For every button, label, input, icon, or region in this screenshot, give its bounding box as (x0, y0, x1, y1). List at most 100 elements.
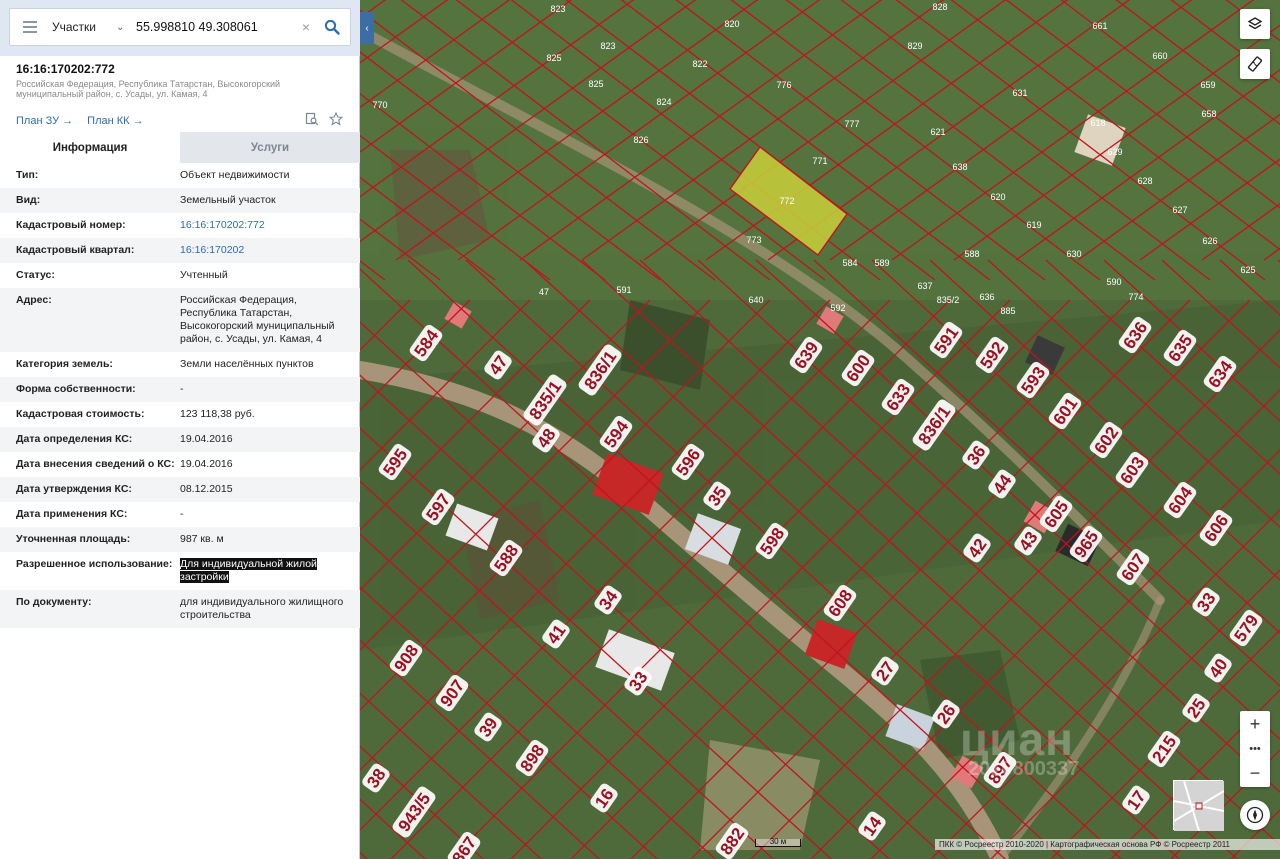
info-row: Дата определения КС: 19.04.2016 (0, 427, 360, 452)
svg-text:820: 820 (724, 19, 739, 29)
star-icon[interactable] (329, 112, 343, 126)
info-value: - (180, 383, 184, 395)
info-table: Тип: Объект недвижимости Вид: Земельный уча… (0, 163, 360, 628)
info-value: для индивидуального жилищного строительс… (180, 596, 344, 621)
svg-text:627: 627 (1172, 205, 1187, 215)
info-label: Вид: (16, 194, 41, 206)
arrow-right-icon: → (62, 115, 74, 127)
parcel-label: 588 (964, 249, 979, 259)
info-value: Для индивидуальной жилой застройки (180, 558, 345, 584)
info-row: Разрешенное использование: Для индивидуал… (0, 552, 360, 590)
parcel-label: 636 (979, 292, 994, 302)
svg-text:584: 584 (842, 258, 857, 268)
svg-text:619: 619 (1026, 220, 1041, 230)
svg-text:885: 885 (1000, 306, 1015, 316)
ruler-button[interactable] (1240, 49, 1270, 79)
tabs: Информация Услуги (0, 132, 360, 163)
parcel-label: 638 (952, 162, 967, 172)
parcel-label: 629 (1107, 147, 1122, 157)
search-button[interactable] (314, 9, 350, 45)
info-value: 08.12.2015 (180, 483, 233, 495)
svg-text:629: 629 (1107, 147, 1122, 157)
svg-text:822: 822 (692, 59, 707, 69)
zoom-in-icon[interactable]: + (1240, 711, 1270, 738)
info-value: - (180, 508, 184, 520)
parcel-label: 774 (1128, 292, 1143, 302)
parcel-label: 625 (1240, 265, 1255, 275)
selected-parcel-label: 772 (779, 196, 794, 206)
info-row: Статус: Учтенный (0, 263, 360, 288)
parcel-label: 628 (1137, 176, 1152, 186)
info-value[interactable]: 16:16:170202:772 (180, 219, 345, 232)
search-input[interactable] (132, 12, 298, 42)
parcel-label: 825 (588, 79, 603, 89)
svg-text:621: 621 (930, 127, 945, 137)
parcel-label: 823 (550, 4, 565, 14)
parcel-label: 822 (692, 59, 707, 69)
chevron-left-icon: ‹ (365, 22, 369, 34)
svg-text:588: 588 (964, 249, 979, 259)
search-bar: Участки ⌄ × (0, 0, 360, 56)
svg-text:626: 626 (1202, 236, 1217, 246)
search-type-label: Участки (52, 20, 96, 34)
tab-information[interactable]: Информация (0, 132, 180, 163)
more-icon[interactable]: ••• (1240, 738, 1270, 760)
info-label: Дата применения КС: (16, 508, 128, 520)
info-label: Дата утверждения КС: (16, 483, 132, 495)
compass-icon (1246, 806, 1264, 824)
parcel-label: 620 (990, 192, 1005, 202)
minimap[interactable] (1173, 780, 1224, 831)
info-row: Вид: Земельный участок (0, 188, 360, 213)
svg-text:636: 636 (979, 292, 994, 302)
plan-zu-link[interactable]: План ЗУ → (16, 115, 73, 127)
highlighted-value: Для индивидуальной жилой застройки (180, 558, 317, 583)
parcel-label: 825 (546, 53, 561, 63)
info-row: Тип: Объект недвижимости (0, 163, 360, 188)
search-box: Участки ⌄ × (9, 8, 351, 46)
collapse-sidebar-button[interactable]: ‹ (360, 12, 374, 44)
svg-text:637: 637 (917, 281, 932, 291)
zoom-out-icon[interactable]: − (1240, 760, 1270, 787)
svg-text:770: 770 (372, 100, 387, 110)
parcel-number: 16:16:170202:772 (16, 62, 115, 76)
parcel-label: 820 (724, 19, 739, 29)
plan-links: План ЗУ → План КК → (16, 115, 144, 127)
clear-icon[interactable]: × (298, 19, 314, 35)
search-document-icon[interactable] (305, 112, 319, 126)
parcel-label: 589 (874, 258, 889, 268)
svg-text:835/2: 835/2 (937, 295, 960, 305)
info-value: 123 118,38 руб. (180, 408, 255, 420)
layers-icon (1247, 17, 1263, 30)
tab-services[interactable]: Услуги (180, 132, 360, 163)
svg-text:771: 771 (812, 156, 827, 166)
svg-text:625: 625 (1240, 265, 1255, 275)
info-label: Категория земель: (16, 358, 113, 370)
plan-kk-link[interactable]: План КК → (87, 115, 143, 127)
svg-text:591: 591 (616, 285, 631, 295)
info-label: Дата внесения сведений о КС: (16, 458, 175, 470)
search-type-select[interactable]: Участки ⌄ (50, 9, 132, 45)
compass-button[interactable] (1240, 800, 1270, 830)
svg-text:829: 829 (907, 41, 922, 51)
info-row: Уточненная площадь: 987 кв. м (0, 527, 360, 552)
parcel-label: 619 (1026, 220, 1041, 230)
info-label: Кадастровый номер: (16, 219, 126, 231)
info-value[interactable]: 16:16:170202 (180, 244, 345, 257)
map-canvas[interactable]: 823 820 828 661 825 823 822 829 660 825 824 776 631 6… (360, 0, 1280, 859)
scale-label: 30 м (769, 837, 787, 846)
svg-text:776: 776 (776, 80, 791, 90)
map-view[interactable]: 823 820 828 661 825 823 822 829 660 825 824 776 631 6… (360, 0, 1280, 859)
menu-icon[interactable] (10, 9, 50, 45)
layers-button[interactable] (1240, 9, 1270, 39)
info-label: Статус: (16, 269, 55, 281)
parcel-label: 829 (907, 41, 922, 51)
parcel-label: 771 (812, 156, 827, 166)
plan-zu-label: План ЗУ (16, 115, 60, 127)
svg-text:631: 631 (1012, 88, 1027, 98)
info-value: Земли населённых пунктов (180, 358, 314, 370)
parcel-label: 627 (1172, 205, 1187, 215)
svg-text:47: 47 (539, 287, 549, 297)
svg-text:826: 826 (633, 135, 648, 145)
app-root: Участки ⌄ × 16:16:170202:772 Российская … (0, 0, 1280, 859)
parcel-header: 16:16:170202:772 Российская Федерация, Р… (16, 62, 346, 99)
